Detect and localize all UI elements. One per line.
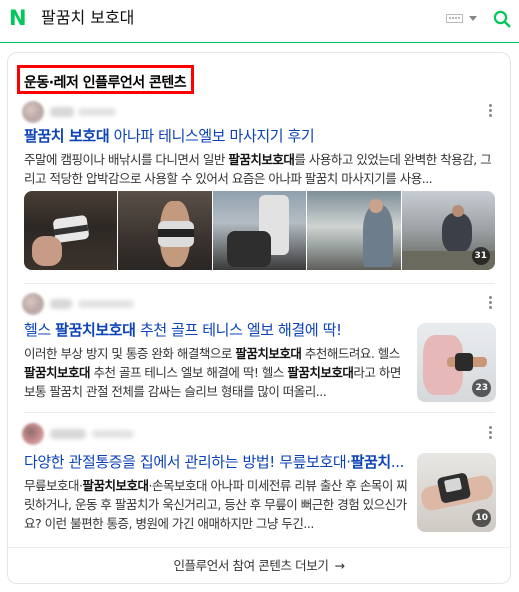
post-date [78,300,134,308]
more-content-label: 인플루언서 참여 콘텐츠 더보기 [173,558,329,573]
chevron-down-icon[interactable] [469,16,477,21]
avatar[interactable] [22,293,44,315]
naver-logo[interactable]: N [9,8,27,29]
content-title[interactable]: 다양한 관절통증을 집에서 관리하는 방법! 무릎보호대·팔꿈치... [24,452,409,472]
thumbnail[interactable]: 23 [417,323,496,402]
post-date [78,108,116,116]
content-item: 팔꿈치 보호대 아나파 테니스엘보 마사지기 후기 주말에 캠핑이나 배낚시를 … [8,93,510,283]
more-content-link[interactable]: 인플루언서 참여 콘텐츠 더보기 → [8,547,510,583]
avatar[interactable] [22,423,44,445]
content-snippet: 이러한 부상 방지 및 통증 완화 해결책으로 팔꿈치보호대 추천해드려요. 헬… [24,346,401,399]
thumbnail[interactable]: 10 [417,453,496,532]
photo-count-badge: 10 [472,509,491,527]
author-name[interactable] [50,299,72,309]
photo[interactable] [307,191,401,270]
divider [24,412,495,413]
more-options-icon[interactable] [488,426,492,442]
search-query-text[interactable]: 팔꿈치 보호대 [41,7,134,29]
photo[interactable] [24,191,118,270]
photo-count-badge: 31 [471,247,491,265]
author-name[interactable] [50,429,86,439]
influencer-content-card: 운동·레저 인플루언서 콘텐츠 팔꿈치 보호대 아나파 테니스엘보 마사지기 후… [7,52,511,584]
content-title[interactable]: 팔꿈치 보호대 아나파 테니스엘보 마사지기 후기 [24,126,494,146]
author-name[interactable] [50,107,74,117]
arrow-right-icon: → [334,558,345,573]
photo[interactable] [212,191,307,270]
divider [24,283,495,284]
content-item: 다양한 관절통증을 집에서 관리하는 방법! 무릎보호대·팔꿈치... 무릎보호… [8,415,510,545]
keyboard-icon[interactable] [446,14,463,23]
photo[interactable] [118,191,212,270]
photo-strip[interactable]: 31 [24,191,495,270]
post-date [92,430,134,438]
photo[interactable]: 31 [401,191,495,270]
content-title[interactable]: 헬스 팔꿈치보호대 추천 골프 테니스 엘보 해결에 딱! [24,320,409,340]
search-header: N 팔꿈치 보호대 [0,0,519,43]
more-options-icon[interactable] [488,104,492,120]
avatar[interactable] [22,101,44,123]
more-options-icon[interactable] [488,296,492,312]
search-icon[interactable] [493,10,511,28]
content-snippet: 주말에 캠핑이나 배낚시를 다니면서 일반 팔꿈치보호대를 사용하고 있었는데 … [24,152,492,186]
section-title: 운동·레저 인플루언서 콘텐츠 [17,65,195,94]
content-snippet: 무릎보호대·팔꿈치보호대·손목보호대 아나파 미세전류 리뷰 출산 후 손목이 … [24,478,408,531]
content-item: 헬스 팔꿈치보호대 추천 골프 테니스 엘보 해결에 딱! 이러한 부상 방지 … [8,285,510,411]
photo-count-badge: 23 [472,379,491,397]
